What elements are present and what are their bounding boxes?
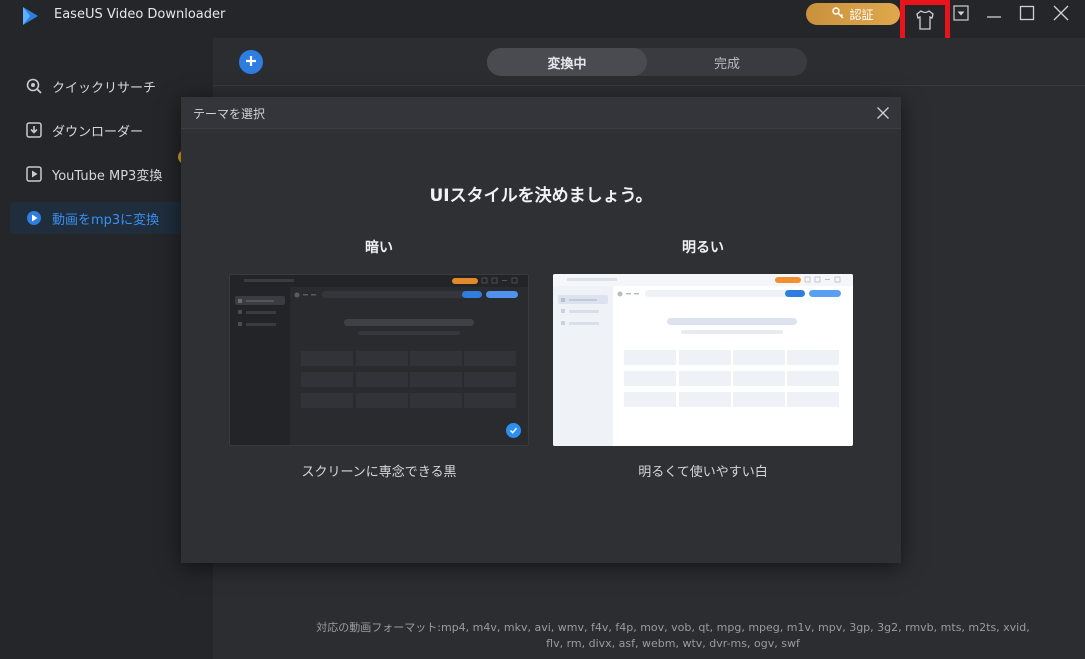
supported-formats: 対応の動画フォーマット:mp4, m4v, mkv, avi, wmv, f4v… <box>313 620 1033 652</box>
status-tabs: 変換中 完成 <box>487 48 807 76</box>
minimize-icon <box>986 5 1002 25</box>
add-file-button[interactable] <box>239 50 263 74</box>
app-title: EaseUS Video Downloader <box>54 7 226 22</box>
formats-line-1: 対応の動画フォーマット:mp4, m4v, mkv, avi, wmv, f4v… <box>316 621 1030 634</box>
theme-dialog: テーマを選択 UIスタイルを決めましょう。 暗い スクリーンに専念できる黒 明る… <box>181 97 901 563</box>
sidebar-item-downloader[interactable]: ダウンローダー <box>10 114 210 146</box>
close-icon <box>877 104 889 123</box>
plus-icon <box>244 53 258 72</box>
app-logo-icon <box>18 4 42 28</box>
key-icon <box>832 6 845 22</box>
sidebar-item-label: YouTube MP3変換 <box>52 168 163 184</box>
sidebar-item-youtube-mp3[interactable]: YouTube MP3変換 N <box>10 150 210 190</box>
dark-theme-preview[interactable] <box>229 274 529 446</box>
dialog-close-button[interactable] <box>875 105 891 121</box>
light-theme-preview[interactable] <box>553 274 853 446</box>
theme-option-light[interactable]: 明るい 明るくて使いやすい白 <box>553 237 853 480</box>
formats-line-2: flv, rm, divx, asf, webm, wtv, dvr-ms, o… <box>546 637 800 650</box>
maximize-button[interactable] <box>1016 5 1038 25</box>
sidebar-item-video-to-mp3[interactable]: 動画をmp3に変換 <box>10 202 210 234</box>
minimize-button[interactable] <box>983 6 1005 24</box>
dialog-title: テーマを選択 <box>193 107 266 121</box>
title-bar: EaseUS Video Downloader 認証 <box>0 0 1085 44</box>
maximize-icon <box>1019 5 1035 25</box>
shirt-icon <box>915 9 935 35</box>
auth-button[interactable]: 認証 <box>806 3 900 25</box>
theme-label-dark: 暗い <box>365 240 393 256</box>
close-icon <box>1053 5 1069 25</box>
download-icon <box>26 122 42 138</box>
selected-check-icon <box>506 423 521 438</box>
menu-dropdown-button[interactable] <box>950 5 972 25</box>
sidebar-item-label: クイックリサーチ <box>52 80 157 96</box>
sidebar-item-label: 動画をmp3に変換 <box>52 212 160 228</box>
tab-converting[interactable]: 変換中 <box>487 48 647 76</box>
play-icon <box>26 166 42 182</box>
theme-option-dark[interactable]: 暗い スクリーンに専念できる黒 <box>229 237 529 480</box>
dialog-header: テーマを選択 <box>181 97 901 129</box>
theme-label-light: 明るい <box>682 240 724 256</box>
auth-label: 認証 <box>849 7 874 22</box>
theme-description-dark: スクリーンに専念できる黒 <box>301 465 457 480</box>
sidebar-item-label: ダウンローダー <box>52 124 144 140</box>
search-icon <box>26 78 42 94</box>
tab-completed[interactable]: 完成 <box>647 48 807 76</box>
close-window-button[interactable] <box>1050 5 1072 25</box>
sidebar-item-quick-research[interactable]: クイックリサーチ <box>10 70 210 102</box>
dialog-heading: UIスタイルを決めましょう。 <box>429 186 653 206</box>
convert-icon <box>26 210 42 226</box>
chevron-down-icon <box>953 5 969 25</box>
main-header: 変換中 完成 <box>213 38 1085 86</box>
theme-description-light: 明るくて使いやすい白 <box>638 465 768 480</box>
